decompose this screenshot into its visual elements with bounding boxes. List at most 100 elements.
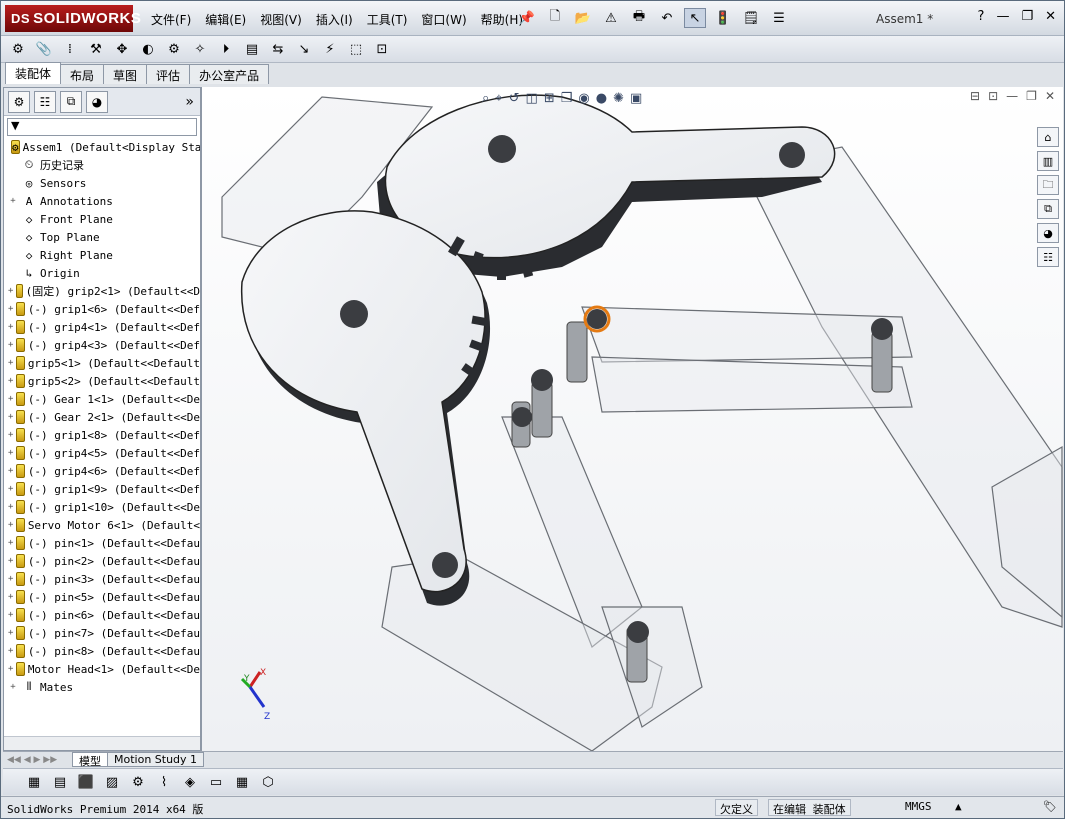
appearances-icon[interactable]: ◕ [1037, 223, 1059, 243]
expand-toggle[interactable]: + [8, 322, 13, 332]
assembly-features-icon[interactable]: ⚙ [163, 39, 185, 59]
tree-item[interactable]: ◇ Front Plane [4, 210, 200, 228]
units-label[interactable]: MMGS [901, 799, 936, 816]
expand-toggle[interactable]: + [8, 502, 13, 512]
tree-item[interactable]: + (-) pin<6> (Default<<Defau [4, 606, 200, 624]
viewport-minimize-icon[interactable]: — [1006, 89, 1018, 103]
tree-item[interactable]: + (-) grip4<1> (Default<<Def [4, 318, 200, 336]
speedpak-icon[interactable]: ⊡ [371, 39, 393, 59]
tree-item[interactable]: ◇ Top Plane [4, 228, 200, 246]
edit-appearance-icon[interactable]: ● [596, 91, 607, 106]
expand-toggle[interactable]: + [8, 196, 18, 206]
menu-edit[interactable]: 编辑(E) [205, 11, 246, 28]
viewport-restore-icon[interactable]: ❐ [1026, 89, 1037, 103]
tab-evaluate[interactable]: 评估 [146, 64, 191, 84]
expand-toggle[interactable]: + [8, 520, 13, 530]
new-document-icon[interactable]: 🗋 [544, 8, 566, 28]
file-explorer-icon[interactable]: 🗀 [1037, 175, 1059, 195]
restore-icon[interactable]: ❐ [1021, 9, 1033, 24]
expand-toggle[interactable]: + [8, 340, 13, 350]
custom-properties-icon[interactable]: ☷ [1037, 247, 1059, 267]
expand-toggle[interactable]: + [8, 412, 13, 422]
move-component-icon[interactable]: ✥ [111, 39, 133, 59]
motion-contact-icon[interactable]: ◈ [179, 772, 201, 792]
minimize-icon[interactable]: — [996, 9, 1009, 24]
gear-lower[interactable] [240, 210, 491, 606]
expand-toggle[interactable]: + [8, 664, 13, 674]
tree-item[interactable]: ◎ Sensors [4, 174, 200, 192]
undo-icon[interactable]: ↶ [656, 8, 678, 28]
assembly-model[interactable]: X Y Z [202, 87, 1063, 751]
mate-icon[interactable]: 📎 [33, 39, 55, 59]
menu-view[interactable]: 视图(V) [260, 11, 302, 28]
tree-item[interactable]: + (-) grip4<5> (Default<<Def [4, 444, 200, 462]
expand-toggle[interactable]: + [8, 628, 13, 638]
tab-sketch[interactable]: 草图 [103, 64, 148, 84]
menu-insert[interactable]: 插入(I) [316, 11, 353, 28]
insert-component-icon[interactable]: ⚙ [7, 39, 29, 59]
hide-show-items-icon[interactable]: ◉ [578, 91, 589, 106]
tree-item[interactable]: + (-) pin<3> (Default<<Defau [4, 570, 200, 588]
expand-toggle[interactable]: + [8, 538, 13, 548]
tree-item[interactable]: + (-) pin<2> (Default<<Defau [4, 552, 200, 570]
solidworks-resources-icon[interactable]: ⌂ [1037, 127, 1059, 147]
expand-toggle[interactable]: + [8, 430, 13, 440]
rebuild-warning-icon[interactable]: ⚠ [600, 8, 622, 28]
app-logo[interactable]: DS SOLIDWORKS [5, 5, 141, 32]
motion-play-icon[interactable]: ▤ [49, 772, 71, 792]
tree-item[interactable]: + A Annotations [4, 192, 200, 210]
show-hidden-icon[interactable]: ◐ [137, 39, 159, 59]
expand-toggle[interactable]: + [8, 682, 18, 692]
tree-filter[interactable]: ▼ [7, 118, 197, 136]
select-cursor-icon[interactable]: ↖ [684, 8, 706, 28]
menu-file[interactable]: 文件(F) [151, 11, 191, 28]
tab-model[interactable]: 模型 [72, 752, 108, 768]
help-icon[interactable]: ? [978, 9, 985, 24]
view-palette-icon[interactable]: ⧉ [1037, 199, 1059, 219]
apply-scene-icon[interactable]: ✺ [613, 91, 624, 106]
tree-item[interactable]: ↳ Origin [4, 264, 200, 282]
menu-window[interactable]: 窗口(W) [421, 11, 466, 28]
motion-save-icon[interactable]: ▨ [101, 772, 123, 792]
expand-toggle[interactable]: + [8, 592, 13, 602]
linear-pattern-icon[interactable]: ⁞ [59, 39, 81, 59]
expand-toggle[interactable]: + [8, 376, 13, 386]
close-icon[interactable]: ✕ [1045, 9, 1056, 24]
motion-record-icon[interactable]: ⬛ [75, 772, 97, 792]
display-manager-icon[interactable]: ◕ [86, 90, 108, 113]
tree-item[interactable]: + (-) grip1<9> (Default<<Def [4, 480, 200, 498]
smart-fasteners-icon[interactable]: ⚒ [85, 39, 107, 59]
menu-tools[interactable]: 工具(T) [367, 11, 408, 28]
expand-toggle[interactable]: + [8, 646, 13, 656]
configuration-manager-icon[interactable]: ⧉ [60, 90, 82, 113]
previous-view-icon[interactable]: ↺ [509, 91, 520, 106]
view-settings-icon[interactable]: ▣ [630, 91, 642, 106]
expand-toggle[interactable]: + [8, 574, 13, 584]
units-menu-arrow[interactable]: ▲ [951, 799, 966, 816]
tile-view-icon[interactable]: ⊡ [988, 89, 998, 103]
new-motion-study-icon[interactable]: ⏵ [215, 39, 237, 59]
bill-of-materials-icon[interactable]: ▤ [241, 39, 263, 59]
section-view-icon[interactable]: ◫ [526, 91, 538, 106]
split-view-icon[interactable]: ⊟ [970, 89, 980, 103]
expand-panel-icon[interactable]: » [185, 94, 194, 110]
motion-table-icon[interactable]: ▦ [231, 772, 253, 792]
tab-office-products[interactable]: 办公室产品 [189, 64, 270, 84]
reference-geometry-icon[interactable]: ✧ [189, 39, 211, 59]
motion-spring-icon[interactable]: ⌇ [153, 772, 175, 792]
expand-toggle[interactable]: + [8, 556, 13, 566]
tree-item[interactable]: + Servo Motor 6<1> (Default< [4, 516, 200, 534]
design-library-icon[interactable]: ▥ [1037, 151, 1059, 171]
tab-scroll-arrows-icon[interactable]: ◀◀ ◀ ▶ ▶▶ [3, 755, 73, 765]
tree-item[interactable]: + (-) grip4<3> (Default<<Def [4, 336, 200, 354]
tab-layout[interactable]: 布局 [60, 64, 105, 84]
motion-calc-icon[interactable]: ▦ [23, 772, 45, 792]
exploded-view-icon[interactable]: ⇆ [267, 39, 289, 59]
explode-line-sketch-icon[interactable]: ↘ [293, 39, 315, 59]
expand-toggle[interactable]: + [8, 394, 13, 404]
tags-icon[interactable]: 🏷 [1039, 799, 1061, 816]
tree-horizontal-scrollbar[interactable] [4, 736, 200, 750]
expand-toggle[interactable]: + [8, 610, 13, 620]
tree-item[interactable]: + (-) pin<8> (Default<<Defau [4, 642, 200, 660]
tree-item[interactable]: + (-) pin<1> (Default<<Defau [4, 534, 200, 552]
